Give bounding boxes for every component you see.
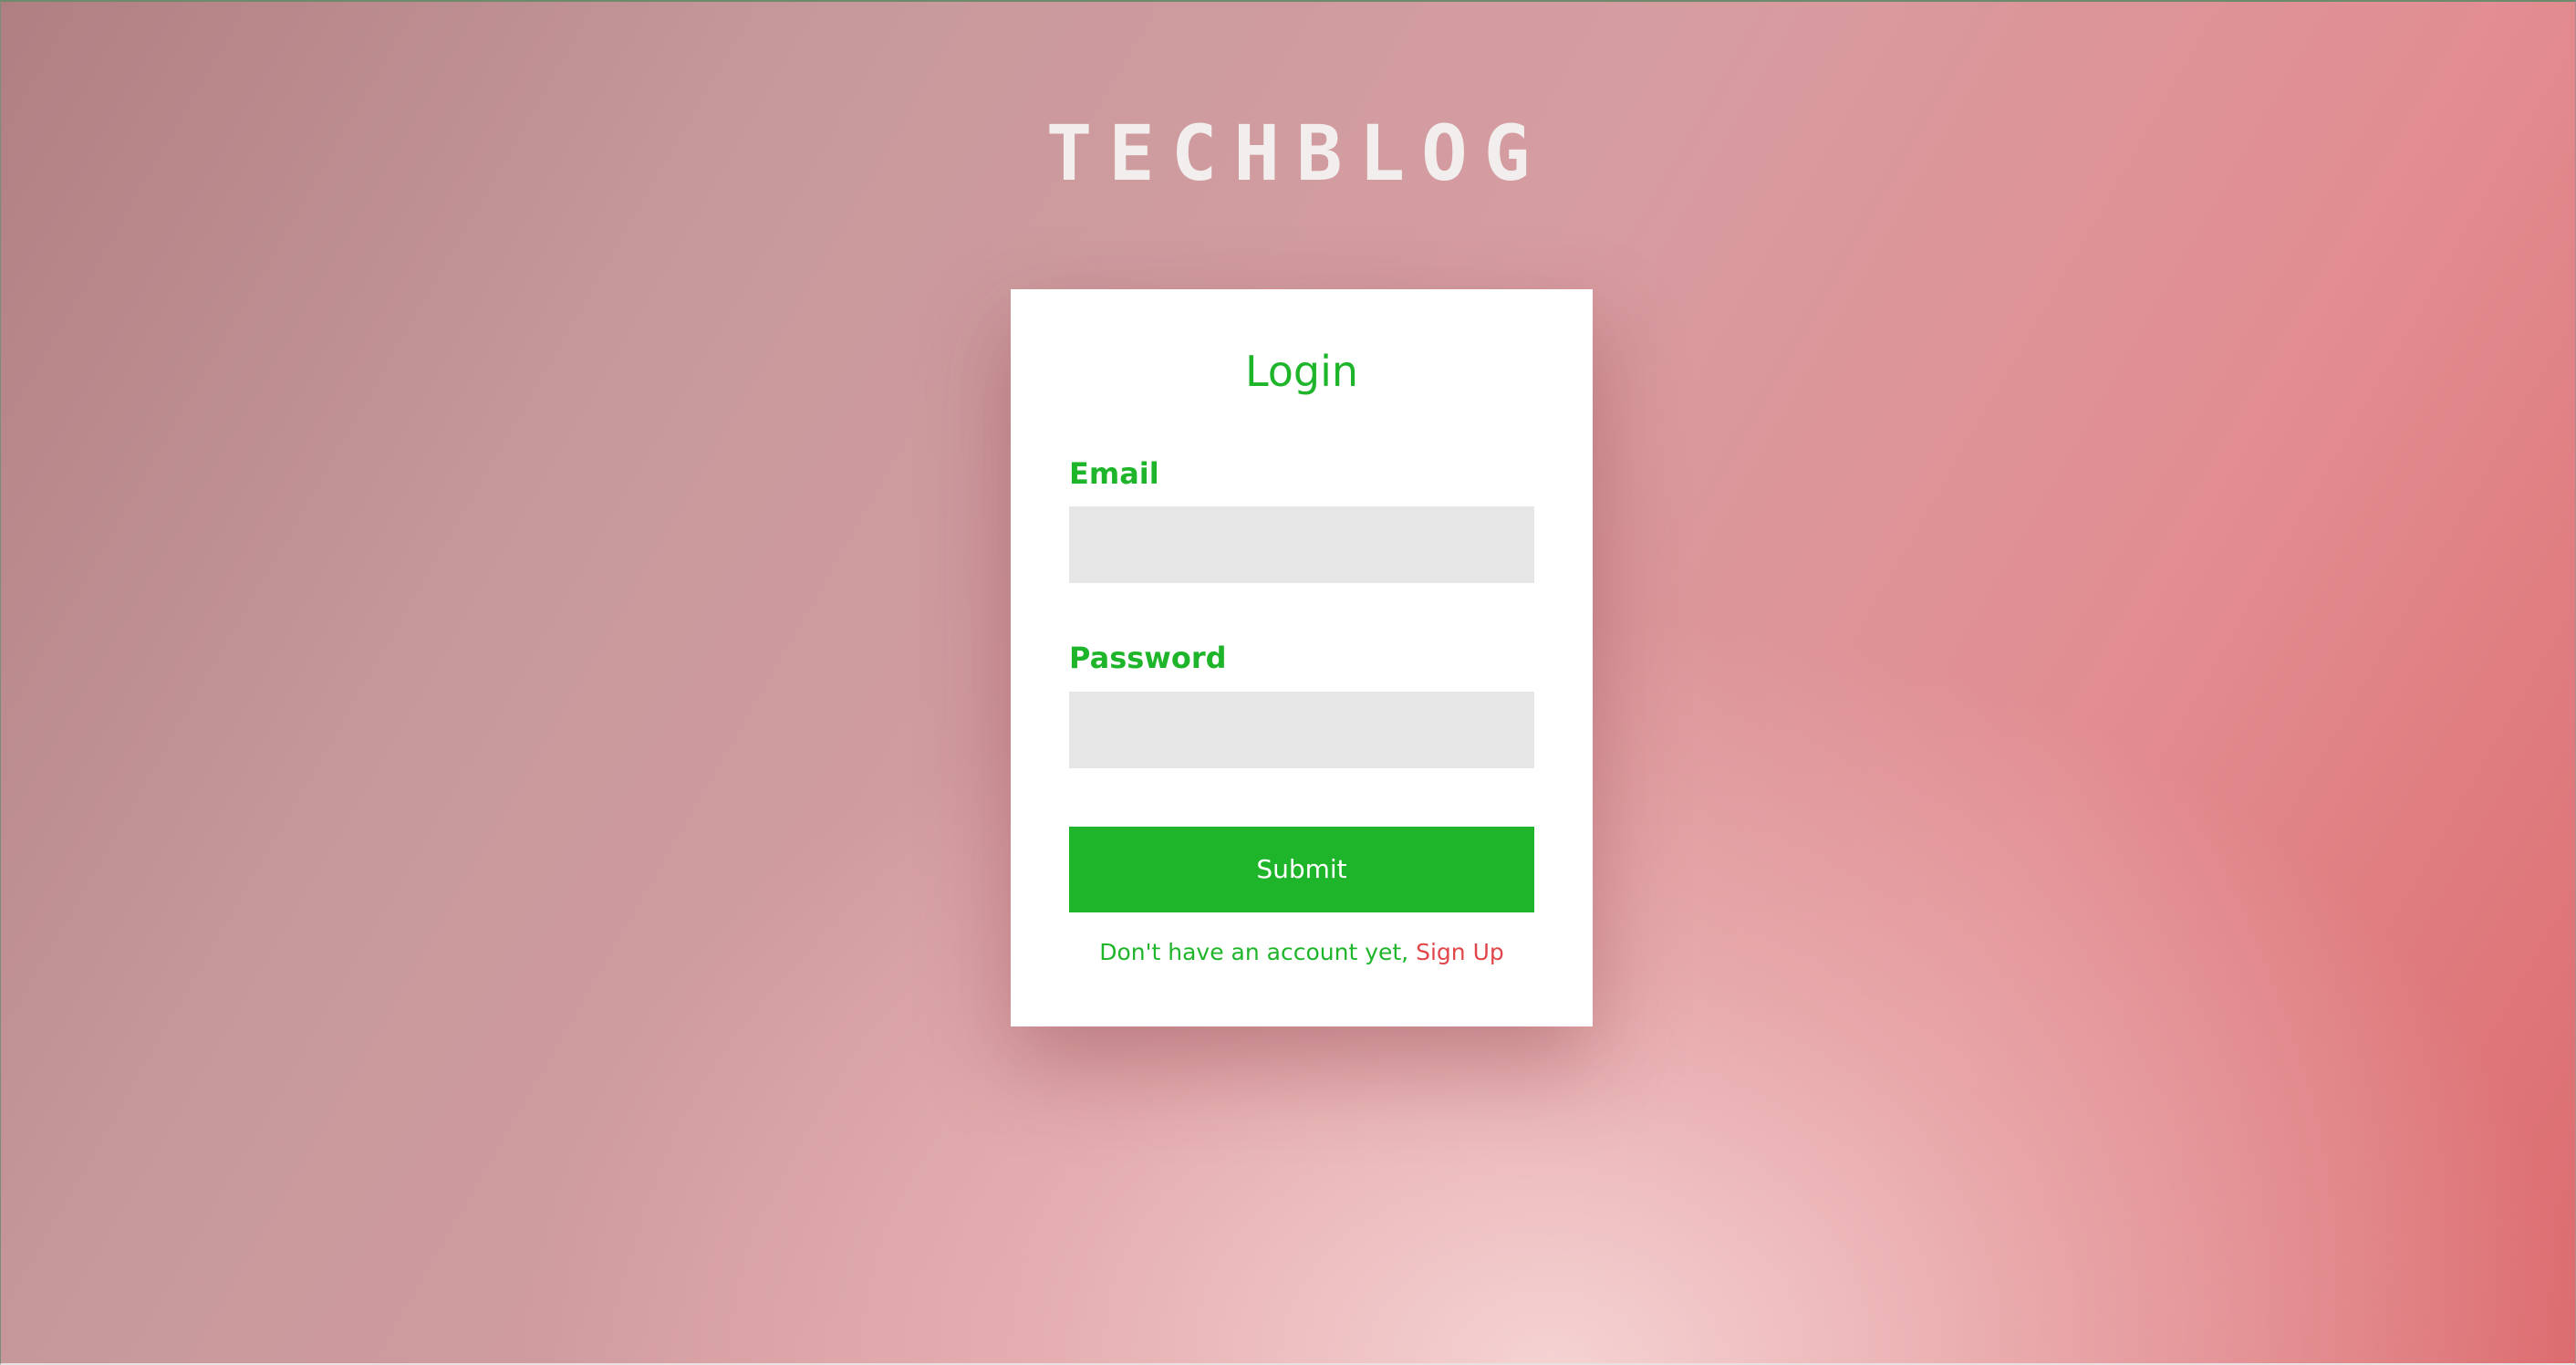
- submit-button[interactable]: Submit: [1069, 827, 1534, 912]
- signup-prompt-text: Don't have an account yet,: [1099, 939, 1409, 965]
- login-title: Login: [1244, 347, 1359, 396]
- password-label: Password: [1069, 641, 1227, 675]
- signup-link[interactable]: Sign Up: [1416, 939, 1504, 965]
- site-logo[interactable]: TECHBLOG: [0, 108, 2576, 199]
- login-card: Login Email Password Submit Don't have a…: [1011, 289, 1593, 1026]
- email-label: Email: [1069, 456, 1159, 491]
- signup-prompt: Don't have an account yet, Sign Up: [1011, 937, 1593, 968]
- email-field[interactable]: [1069, 506, 1534, 583]
- password-field[interactable]: [1069, 692, 1534, 768]
